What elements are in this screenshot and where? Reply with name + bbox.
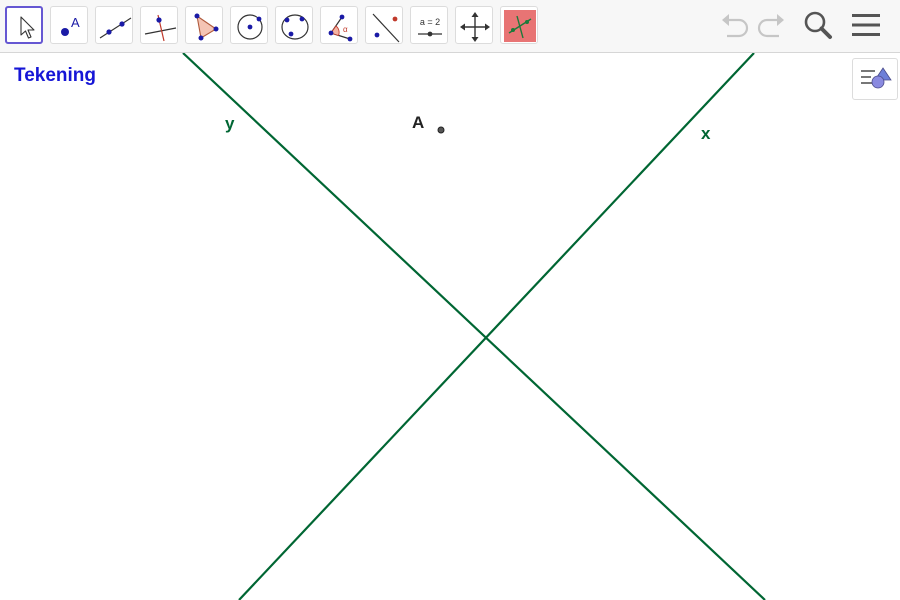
- line-tool-button[interactable]: [95, 6, 133, 44]
- toolbar: A α a = 2: [0, 0, 900, 53]
- hamburger-menu-icon: [852, 14, 880, 36]
- move-view-icon: [460, 12, 490, 42]
- reflect-tool-button[interactable]: [365, 6, 403, 44]
- custom-tool-icon: [504, 10, 536, 42]
- style-bar-toggle-icon: [861, 67, 892, 89]
- point-a-label: A: [412, 113, 424, 132]
- circle-center-point-tool-button[interactable]: [230, 6, 268, 44]
- custom-tool-button[interactable]: [500, 6, 538, 44]
- undo-button[interactable]: [718, 8, 752, 42]
- reflect-about-line-icon: [372, 13, 400, 43]
- perpendicular-line-tool-button[interactable]: [140, 6, 178, 44]
- move-tool-button[interactable]: [5, 6, 43, 44]
- arrow-cursor-icon: [20, 16, 35, 39]
- point-icon: A: [61, 15, 80, 36]
- angle-tool-label: α: [343, 25, 348, 34]
- perpendicular-line-icon: [144, 14, 177, 42]
- search-button[interactable]: [801, 8, 835, 42]
- search-icon: [804, 11, 832, 39]
- redo-button[interactable]: [754, 8, 788, 42]
- point-a[interactable]: [437, 126, 445, 134]
- point-tool-button[interactable]: A: [50, 6, 88, 44]
- undo-icon: [722, 14, 749, 38]
- style-bar-toggle-button[interactable]: [852, 58, 898, 100]
- line-x-label: x: [701, 124, 711, 143]
- graphics-view-title: Tekening: [14, 65, 96, 86]
- angle-tool-button[interactable]: α: [320, 6, 358, 44]
- polygon-tool-button[interactable]: [185, 6, 223, 44]
- graphics-view[interactable]: A y x Tekening: [0, 53, 900, 600]
- circle-three-points-tool-button[interactable]: [275, 6, 313, 44]
- slider-tool-label: a = 2: [420, 17, 440, 27]
- circle-center-icon: [237, 14, 263, 40]
- graphics-canvas[interactable]: A y x: [0, 53, 900, 600]
- move-graphics-view-tool-button[interactable]: [455, 6, 493, 44]
- circle-three-points-icon: [281, 14, 309, 40]
- angle-icon: α: [328, 14, 353, 42]
- slider-tool-button[interactable]: a = 2: [410, 6, 448, 44]
- line-y-label: y: [225, 114, 235, 133]
- slider-icon: a = 2: [418, 17, 442, 37]
- point-tool-label: A: [71, 15, 80, 30]
- line-through-points-icon: [99, 17, 132, 39]
- polygon-icon: [194, 13, 219, 41]
- main-menu-button[interactable]: [849, 8, 883, 42]
- redo-icon: [757, 14, 784, 38]
